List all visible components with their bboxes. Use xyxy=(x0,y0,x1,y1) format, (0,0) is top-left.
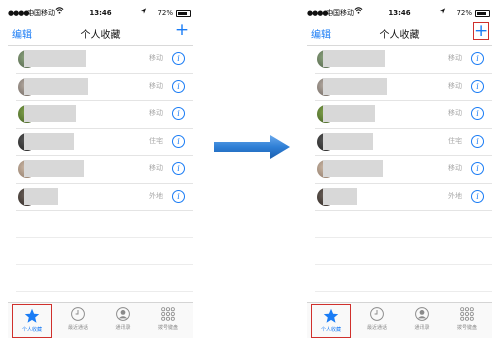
info-icon[interactable]: i xyxy=(471,52,484,65)
star-icon xyxy=(323,308,339,323)
tab-label: 最近通话 xyxy=(67,325,88,331)
phone-type-label: 住宅 xyxy=(149,136,163,145)
info-icon[interactable]: i xyxy=(172,162,185,175)
contacts-person-icon xyxy=(116,307,130,321)
battery-percent: 72% xyxy=(456,9,472,17)
tab-keypad[interactable]: 拨号键盘 xyxy=(447,303,487,338)
tab-recents[interactable]: 最近通话 xyxy=(357,303,397,338)
tab-label: 拨号键盘 xyxy=(157,325,178,331)
location-arrow-icon xyxy=(140,6,147,20)
phone-screen-after: ●●●●○ 中国移动 13:46 72% 编辑 个人收藏 + 移动 i 移动 i xyxy=(307,6,492,338)
tab-label: 个人收藏 xyxy=(21,327,42,333)
list-item[interactable]: 住宅 i xyxy=(315,129,492,156)
info-icon[interactable]: i xyxy=(471,79,484,93)
battery-icon xyxy=(176,10,191,17)
location-arrow-icon xyxy=(439,6,446,20)
info-icon[interactable]: i xyxy=(471,189,484,203)
page-title: 个人收藏 xyxy=(379,30,420,41)
tab-favorites[interactable]: 个人收藏 xyxy=(12,304,52,338)
battery-percent: 72% xyxy=(157,9,173,17)
empty-row xyxy=(16,238,193,265)
phone-type-label: 外地 xyxy=(448,191,462,200)
phone-type-label: 移动 xyxy=(448,109,462,117)
list-item[interactable]: 住宅 i xyxy=(16,129,193,156)
tab-label: 最近通话 xyxy=(366,325,387,331)
page-title: 个人收藏 xyxy=(80,30,121,41)
info-icon[interactable]: i xyxy=(471,107,484,120)
tab-label: 通讯录 xyxy=(115,325,131,331)
list-item[interactable]: 移动 i xyxy=(315,156,492,184)
tab-keypad[interactable]: 拨号键盘 xyxy=(148,303,188,338)
favorites-list: 移动 i 移动 i 移动 i 住宅 i 移动 i 外地 i xyxy=(8,46,193,292)
empty-row xyxy=(16,211,193,238)
favorites-list: 移动 i 移动 i 移动 i 住宅 i 移动 i 外地 i xyxy=(307,46,492,292)
clock-icon xyxy=(370,307,384,321)
contact-name-redacted xyxy=(323,50,385,67)
info-icon[interactable]: i xyxy=(172,52,185,65)
star-icon xyxy=(24,308,40,323)
list-item[interactable]: 移动 i xyxy=(16,46,193,74)
status-bar: ●●●●○ 中国移动 13:46 72% xyxy=(8,6,193,20)
tab-bar: 个人收藏 最近通话 通讯录 拨号键盘 xyxy=(8,302,193,338)
contacts-person-icon xyxy=(415,307,429,321)
info-icon[interactable]: i xyxy=(471,162,484,175)
info-icon[interactable]: i xyxy=(172,189,185,203)
tab-bar: 个人收藏 最近通话 通讯录 拨号键盘 xyxy=(307,302,492,338)
contact-name-redacted xyxy=(323,132,373,150)
phone-type-label: 移动 xyxy=(448,164,462,172)
battery-icon xyxy=(475,10,490,17)
list-item[interactable]: 移动 i xyxy=(315,74,492,101)
info-icon[interactable]: i xyxy=(172,134,185,148)
tab-label: 拨号键盘 xyxy=(456,325,477,331)
contact-name-redacted xyxy=(24,50,86,67)
phone-type-label: 外地 xyxy=(149,191,163,200)
info-icon[interactable]: i xyxy=(172,79,185,93)
status-bar: ●●●●○ 中国移动 13:46 72% xyxy=(307,6,492,20)
keypad-icon xyxy=(460,307,474,321)
contact-name-redacted xyxy=(24,105,76,122)
list-item[interactable]: 移动 i xyxy=(16,74,193,101)
empty-row xyxy=(315,211,492,238)
contact-name-redacted xyxy=(323,187,357,205)
navigation-bar: 编辑 个人收藏 + xyxy=(8,20,193,46)
add-favorite-button[interactable]: + xyxy=(174,22,190,40)
phone-type-label: 移动 xyxy=(448,81,462,90)
right-arrow-icon xyxy=(214,135,290,159)
phone-type-label: 移动 xyxy=(448,54,462,62)
info-icon[interactable]: i xyxy=(172,107,185,120)
list-item[interactable]: 移动 i xyxy=(16,156,193,184)
contact-name-redacted xyxy=(24,77,88,95)
empty-row xyxy=(16,265,193,292)
tab-contacts[interactable]: 通讯录 xyxy=(103,303,143,338)
phone-type-label: 移动 xyxy=(149,164,163,172)
tab-recents[interactable]: 最近通话 xyxy=(58,303,98,338)
list-item[interactable]: 外地 i xyxy=(16,184,193,211)
contact-name-redacted xyxy=(323,77,387,95)
list-item[interactable]: 移动 i xyxy=(315,101,492,129)
list-item[interactable]: 移动 i xyxy=(315,46,492,74)
tab-label: 通讯录 xyxy=(414,325,430,331)
tab-label: 个人收藏 xyxy=(320,327,341,333)
phone-type-label: 住宅 xyxy=(448,136,462,145)
contact-name-redacted xyxy=(24,160,84,177)
contact-name-redacted xyxy=(323,160,383,177)
tab-favorites[interactable]: 个人收藏 xyxy=(311,304,351,338)
contact-name-redacted xyxy=(24,132,74,150)
list-item[interactable]: 移动 i xyxy=(16,101,193,129)
navigation-bar: 编辑 个人收藏 + xyxy=(307,20,492,46)
add-favorite-button[interactable]: + xyxy=(473,22,489,40)
keypad-icon xyxy=(161,307,175,321)
phone-type-label: 移动 xyxy=(149,54,163,62)
info-icon[interactable]: i xyxy=(471,134,484,148)
phone-screen-before: ●●●●○ 中国移动 13:46 72% 编辑 个人收藏 + 移动 i 移动 i xyxy=(8,6,193,338)
clock-icon xyxy=(71,307,85,321)
list-item[interactable]: 外地 i xyxy=(315,184,492,211)
phone-type-label: 移动 xyxy=(149,109,163,117)
empty-row xyxy=(315,265,492,292)
empty-row xyxy=(315,238,492,265)
tab-contacts[interactable]: 通讯录 xyxy=(402,303,442,338)
contact-name-redacted xyxy=(323,105,375,122)
contact-name-redacted xyxy=(24,187,58,205)
phone-type-label: 移动 xyxy=(149,81,163,90)
